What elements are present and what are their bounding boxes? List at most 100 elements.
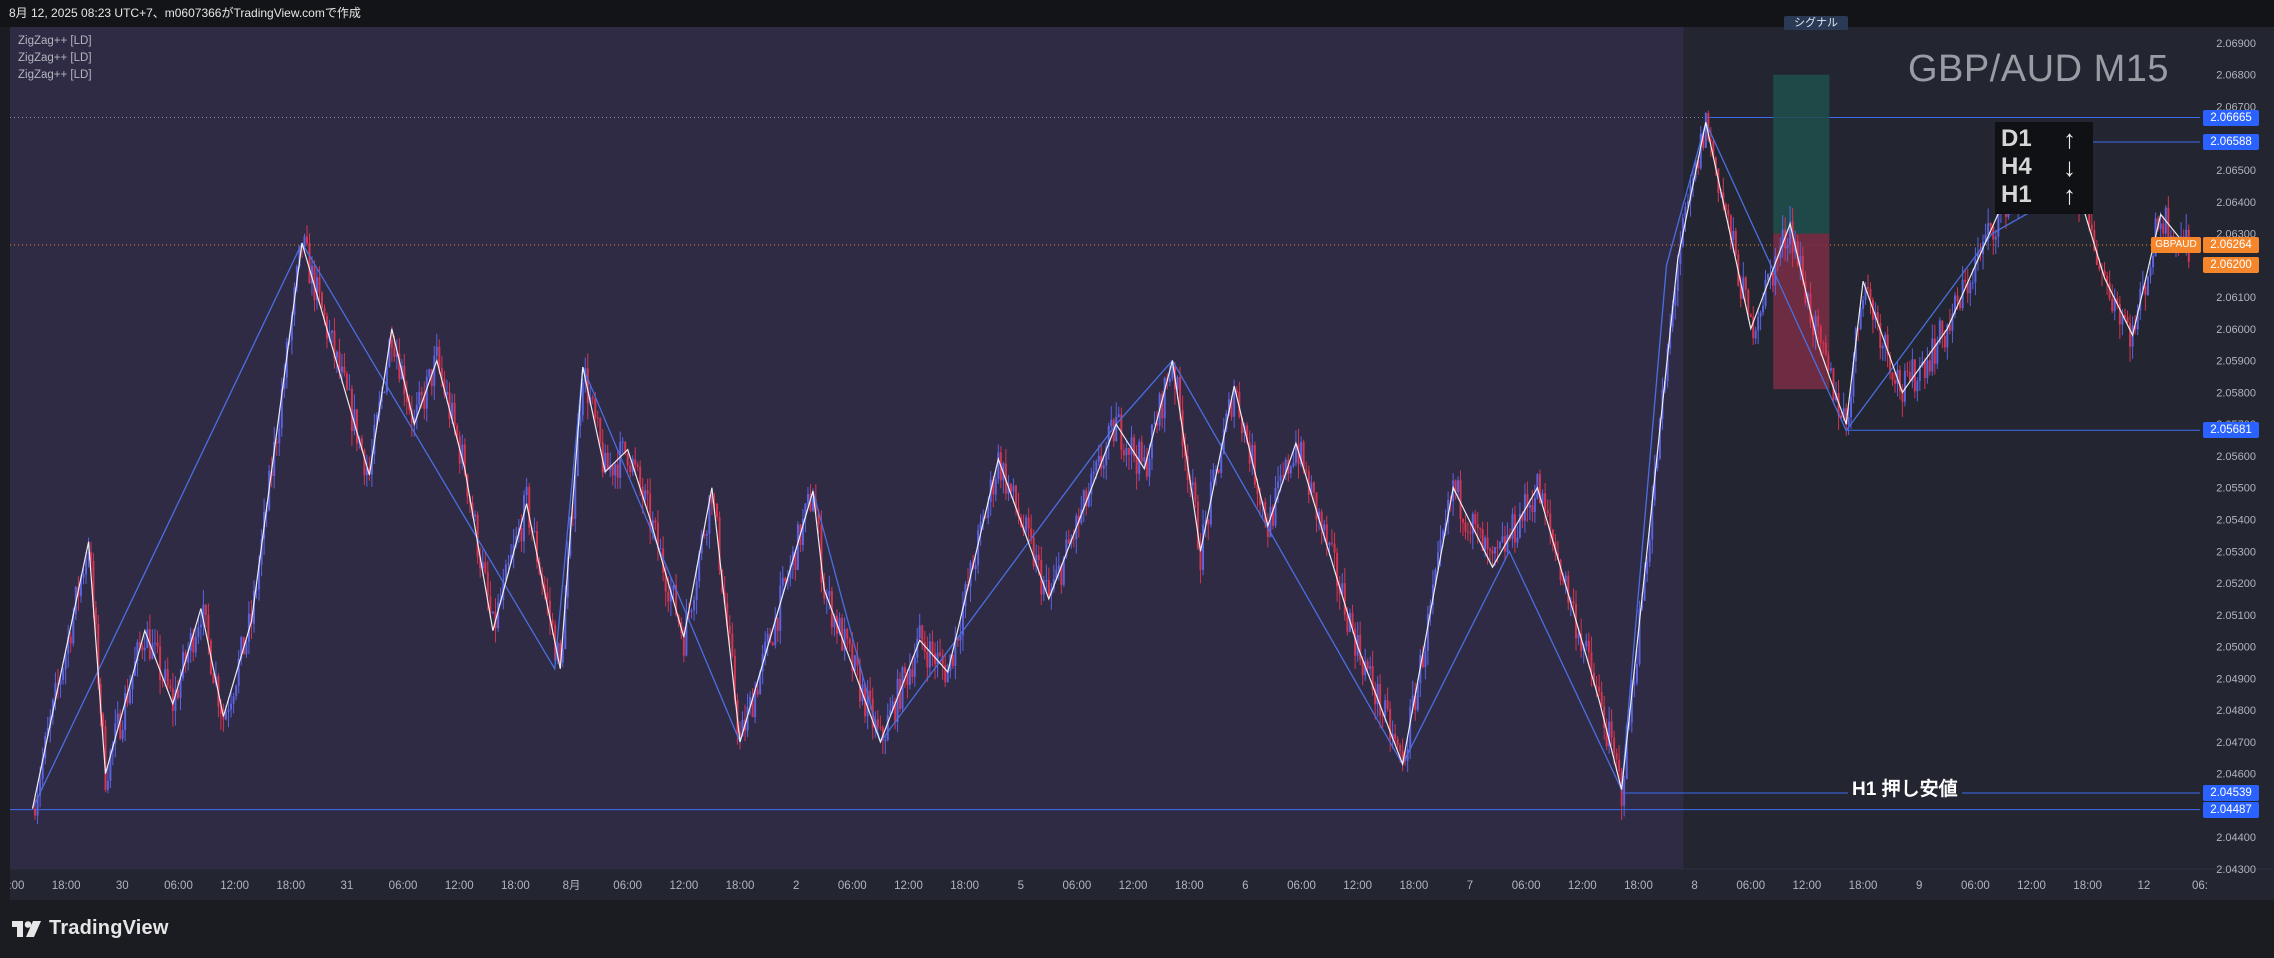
candle-body bbox=[1394, 733, 1397, 739]
x-tick-label: 18:00 bbox=[2073, 880, 2102, 892]
candle-body bbox=[1971, 282, 1974, 284]
candle-body bbox=[1623, 778, 1626, 806]
candle-body bbox=[1516, 537, 1519, 543]
candle-body bbox=[116, 713, 119, 724]
candle-body bbox=[884, 739, 887, 741]
candle-body bbox=[245, 641, 248, 655]
candle-body bbox=[1045, 580, 1048, 582]
candle-body bbox=[1424, 650, 1427, 668]
candle-body bbox=[435, 346, 438, 356]
candle-body bbox=[1032, 537, 1035, 567]
x-tick-label: 06:00 bbox=[1736, 880, 1765, 892]
candle-body bbox=[1943, 335, 1946, 348]
y-tick-label: 2.05400 bbox=[2216, 514, 2256, 526]
x-tick-label: 31 bbox=[341, 880, 354, 892]
candle-body bbox=[1346, 614, 1349, 632]
candle-body bbox=[1926, 360, 1929, 378]
x-tick-label: 18:00 bbox=[276, 880, 305, 892]
candle-body bbox=[1312, 482, 1315, 493]
candle-body bbox=[611, 465, 614, 476]
candle-body bbox=[606, 452, 609, 471]
candle-body bbox=[644, 490, 647, 500]
y-tick-label: 2.05900 bbox=[2216, 356, 2256, 368]
candle-body bbox=[886, 715, 889, 740]
candle-body bbox=[224, 711, 227, 720]
x-tick-label: 18:00 bbox=[1175, 880, 1204, 892]
candle-body bbox=[1496, 547, 1499, 549]
candle-body bbox=[951, 655, 954, 666]
candle-body bbox=[1333, 543, 1336, 553]
candle-body bbox=[1754, 330, 1757, 339]
y-tick-label: 2.06500 bbox=[2216, 165, 2256, 177]
candle-body bbox=[908, 669, 911, 686]
candle-body bbox=[959, 635, 962, 641]
candle-body bbox=[1072, 538, 1075, 540]
candle-body bbox=[1466, 531, 1469, 533]
candle-body bbox=[903, 667, 906, 673]
candle-body bbox=[936, 652, 939, 665]
candle-body bbox=[581, 382, 584, 416]
candle-body bbox=[1009, 483, 1012, 492]
indicator-legend[interactable]: ZigZag++ [LD] ZigZag++ [LD] ZigZag++ [LD… bbox=[18, 33, 92, 84]
candle-body bbox=[1148, 458, 1151, 477]
stop-loss-zone bbox=[1773, 233, 1830, 390]
candle-body bbox=[1923, 361, 1926, 378]
x-tick-label: 12:00 bbox=[669, 880, 698, 892]
candle-body bbox=[390, 339, 393, 348]
candle-body bbox=[654, 520, 657, 523]
candle-body bbox=[1928, 360, 1931, 372]
trend-row-h1: H1 bbox=[2001, 181, 2032, 208]
candle-body bbox=[1615, 753, 1618, 760]
candle-body bbox=[2144, 286, 2147, 295]
indicator-zigzag-2[interactable]: ZigZag++ [LD] bbox=[18, 50, 92, 67]
x-tick-label: 18:00 bbox=[1849, 880, 1878, 892]
candle-body bbox=[931, 641, 934, 654]
x-tick-label: 12:00 bbox=[1793, 880, 1822, 892]
candle-body bbox=[1110, 419, 1113, 427]
candle-body bbox=[1933, 338, 1936, 364]
candle-body bbox=[355, 409, 358, 444]
x-tick-label: 18:00 bbox=[1624, 880, 1653, 892]
candle-body bbox=[159, 646, 162, 681]
y-tick-label: 2.05600 bbox=[2216, 451, 2256, 463]
candle-body bbox=[2159, 223, 2162, 229]
candle-body bbox=[928, 641, 931, 668]
candle-body bbox=[1610, 721, 1613, 738]
x-tick-label: 12:00 bbox=[1568, 880, 1597, 892]
candle-body bbox=[1916, 380, 1919, 392]
candle-body bbox=[1484, 537, 1487, 551]
candle-body bbox=[199, 624, 202, 628]
candle-body bbox=[1903, 370, 1906, 402]
x-tick-label: 12:00 bbox=[220, 880, 249, 892]
candle-body bbox=[1969, 282, 1972, 294]
candle-body bbox=[806, 494, 809, 504]
timeframe-label: H4 bbox=[2001, 153, 2032, 180]
indicator-zigzag-3[interactable]: ZigZag++ [LD] bbox=[18, 67, 92, 84]
candle-body bbox=[1546, 510, 1549, 514]
candle-body bbox=[335, 351, 338, 359]
candle-body bbox=[1233, 390, 1236, 417]
candle-body bbox=[853, 655, 856, 671]
candle-body bbox=[1498, 541, 1501, 549]
x-tick-label: 5 bbox=[1018, 880, 1024, 892]
candle-body bbox=[121, 730, 124, 739]
candle-body bbox=[1381, 715, 1384, 717]
candle-body bbox=[667, 591, 670, 602]
tradingview-logo[interactable]: TradingView bbox=[12, 917, 169, 940]
x-tick-label: 06:00 bbox=[1512, 880, 1541, 892]
x-tick-label: 9 bbox=[1916, 880, 1922, 892]
indicator-zigzag-1[interactable]: ZigZag++ [LD] bbox=[18, 33, 92, 50]
candle-body bbox=[1292, 462, 1295, 467]
candle-body bbox=[507, 563, 510, 565]
candle-body bbox=[1328, 542, 1331, 546]
candle-body bbox=[841, 618, 844, 651]
candle-body bbox=[1501, 536, 1504, 542]
candle-body bbox=[340, 366, 343, 372]
candle-body bbox=[2090, 224, 2093, 231]
chart-header: 8月 12, 2025 08:23 UTC+7、m0607366がTrading… bbox=[0, 0, 2274, 27]
x-tick-label: 2 bbox=[793, 880, 799, 892]
candle-body bbox=[649, 493, 652, 530]
candle-body bbox=[771, 642, 774, 646]
candle-body bbox=[1012, 485, 1015, 492]
price-tag: 2.06665 bbox=[2203, 109, 2259, 126]
